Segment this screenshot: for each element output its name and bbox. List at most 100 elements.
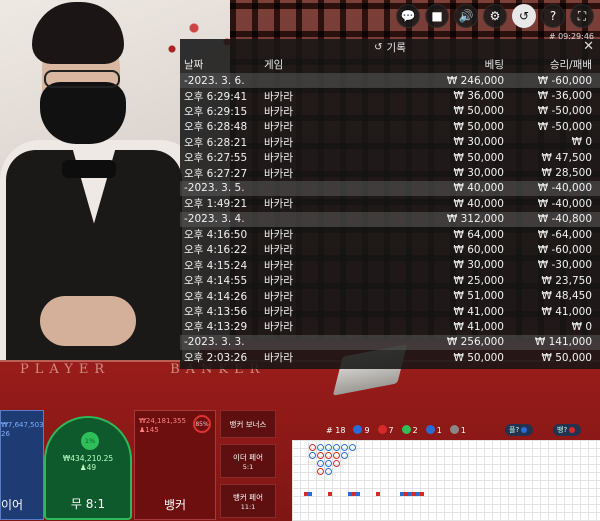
banker-bead [317,452,324,459]
player-bead [341,444,348,451]
stat-player-count: 9 [364,426,370,435]
banker-count: 145 [145,426,159,434]
settings-button[interactable]: ⚙ [483,4,507,28]
history-date-row[interactable]: -2023. 3. 3. ₩ 256,000 ₩ 141,000 [180,334,600,351]
history-cell-c1: 오후 6:29:15 [184,105,248,118]
player-bet-spot[interactable]: ₩7,647,503 26 이어 [0,410,44,520]
tie-percentage: 1% [81,432,99,450]
history-cell-c3: ₩ 51,000 [453,290,504,303]
stat-banker-pair-count: 1 [460,426,466,435]
tie-count: 49 [86,463,97,472]
tie-total-amount: ₩434,210.25 [62,454,114,463]
dealer [0,0,200,360]
volume-button[interactable]: 🔊 [454,4,478,28]
banker-percentage: 85% [193,415,211,433]
history-title-icon: ↺ [374,41,383,53]
banker-total: ₩24,181,355 ♟145 [139,417,186,435]
history-cell-c1: 오후 2:03:26 [184,352,248,365]
history-date-row[interactable]: -2023. 3. 4. ₩ 312,000 ₩ -40,800 [180,211,600,227]
stat-player: 9 [353,425,370,435]
banker-pair-button[interactable]: 뱅커 페어 11:1 [220,484,276,518]
history-cell-c3: ₩ 30,000 [453,259,504,272]
stat-player-pair: 1 [425,425,442,435]
banker-bonus-button[interactable]: 뱅커 보너스 [220,410,276,438]
player-bead [341,452,348,459]
history-row: 오후 4:13:29 바카라 ₩ 41,000 ₩ 0 [180,319,600,334]
predict-player-button[interactable]: 플? [505,424,534,436]
player-label: 이어 [1,498,24,512]
stat-tie-count: 2 [412,426,418,435]
history-cell-c3: ₩ 30,000 [453,167,504,180]
col-bet: 베팅 [484,58,504,71]
player-bead [349,444,356,451]
player-bead [333,444,340,451]
history-cell-c4: ₩ 47,500 [541,151,592,164]
history-cell-c4: ₩ -40,800 [537,213,592,226]
history-cell-c1: -2023. 3. 4. [184,213,245,226]
history-button[interactable]: ↺ [512,4,536,28]
history-row: 오후 6:28:21 바카라 ₩ 30,000 ₩ 0 [180,135,600,150]
banker-pair-dot-icon [449,425,459,434]
history-date-row[interactable]: -2023. 3. 6. ₩ 246,000 ₩ -60,000 [180,73,600,89]
history-title: 기록 [386,41,406,54]
dealer-glasses [44,70,120,88]
history-row: 오후 6:28:48 바카라 ₩ 50,000 ₩ -50,000 [180,119,600,134]
player-pair-button[interactable]: 이더 페어 5:1 [220,444,276,478]
banker-bead [333,460,340,467]
player-count: 26 [1,430,10,438]
player-total-amount: ₩7,647,503 [1,421,44,429]
predict-dot-icon [569,427,576,433]
history-cell-c3: ₩ 312,000 [446,213,504,226]
history-cell-c4: ₩ -64,000 [537,228,592,241]
player-bead [325,460,332,467]
history-cell-c3: ₩ 40,000 [453,197,504,210]
history-cell-c4: ₩ -36,000 [537,90,592,103]
history-cell-c4: ₩ -30,000 [537,259,592,272]
history-cell-c1: 오후 4:14:55 [184,275,248,288]
history-date-row[interactable]: -2023. 3. 5. ₩ 40,000 ₩ -40,000 [180,180,600,197]
chat-icon: 💬 [400,9,416,23]
history-cell-c3: ₩ 246,000 [446,74,504,87]
close-icon[interactable]: ✕ [583,39,594,54]
top-toolbar: 💬 ■ 🔊 ⚙ ↺ ? ⛶ [396,4,594,28]
player-bead [317,444,324,451]
help-button[interactable]: ? [541,4,565,28]
history-cell-c4: ₩ -40,000 [537,197,592,210]
history-cell-c1: 오후 6:27:55 [184,152,248,165]
history-cell-c3: ₩ 60,000 [453,243,504,256]
history-cell-c3: ₩ 30,000 [453,136,504,149]
video-button[interactable]: ■ [425,4,449,28]
banker-bet-spot[interactable]: ₩24,181,355 ♟145 85% 뱅커 [134,410,216,520]
banker-pair-label: 뱅커 페어 [233,492,263,502]
stat-banker: 7 [377,425,394,435]
history-cell-c1: 오후 4:16:50 [184,229,248,242]
history-cell-c3: ₩ 64,000 [453,228,504,241]
history-cell-c1: 오후 4:14:26 [184,290,248,303]
history-header: ↺ 기록 ✕ [180,39,600,55]
tie-dot-icon [401,425,411,434]
stat-banker-pair: 1 [449,425,466,435]
fullscreen-button[interactable]: ⛶ [570,4,594,28]
predict-banker-button[interactable]: 뱅? [553,424,582,436]
history-column-headers: 날짜 게임 베팅 승리/패배 [180,55,600,73]
banker-bonus-label: 뱅커 보너스 [229,419,267,429]
roadmap-mark [420,492,424,496]
dealer-bowtie [62,160,116,178]
history-cell-c4: ₩ 0 [571,136,592,149]
roadmap-grid [292,440,600,521]
history-cell-c1: -2023. 3. 3. [184,336,245,349]
banker-dot-icon [377,425,387,434]
predict-banker-label: 뱅? [557,426,568,434]
roadmap-mark [328,492,332,496]
player-bead [317,460,324,467]
chat-button[interactable]: 💬 [396,4,420,28]
history-cell-c1: 오후 6:28:21 [184,136,248,149]
history-cell-c4: ₩ -40,000 [537,182,592,195]
roadmap-mark [308,492,312,496]
history-row: 오후 4:15:24 바카라 ₩ 30,000 ₩ -30,000 [180,258,600,273]
history-cell-c3: ₩ 25,000 [453,274,504,287]
history-cell-c4: ₩ 28,500 [541,167,592,180]
tie-bet-spot[interactable]: 1% ₩434,210.25 ♟49 무 8:1 [44,416,132,520]
tie-label: 무 8:1 [70,497,106,511]
history-cell-c1: 오후 6:29:41 [184,90,248,103]
